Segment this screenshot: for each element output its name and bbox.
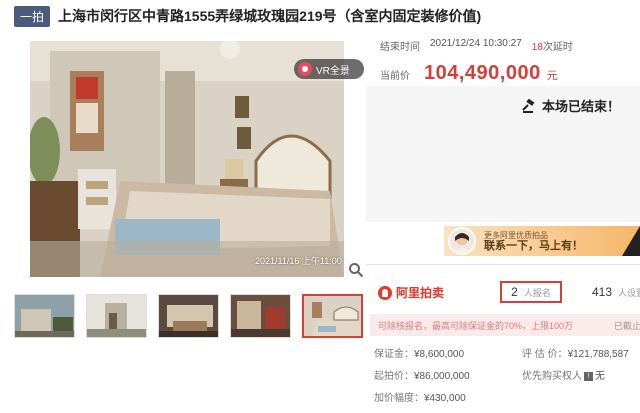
section-divider [366, 264, 640, 265]
logo-text: 阿里拍卖 [396, 286, 445, 300]
signup-label: 人报名 [523, 287, 551, 298]
zoom-icon[interactable] [348, 262, 364, 278]
notice-text: 可除核报名，最高可除保证金的70%，上限100万 [378, 320, 574, 331]
increment-row: 加价幅度：¥430,000 [374, 389, 466, 404]
deposit-row: 保证金：¥8,600,000 [374, 345, 464, 360]
current-price-row: 当前价 104,490,000 元 [380, 62, 558, 85]
price-unit: 元 [546, 70, 558, 82]
vr-label: VR全景 [316, 65, 350, 77]
start-price-row: 起拍价：¥86,000,000 [374, 367, 470, 382]
signup-count-box[interactable]: 2 人报名 [500, 281, 562, 303]
vr-view-button[interactable]: VR全景 [294, 59, 364, 79]
photo-timestamp: 2021/11/16 上午11:00 [255, 256, 342, 266]
vr-icon [298, 62, 312, 76]
increment-label: 加价幅度： [374, 393, 424, 404]
thumbnail-5-active[interactable] [302, 294, 363, 338]
end-time-row: 结束时间 2021/12/24 10:30:27 18次延时 [380, 38, 573, 53]
signup-count: 2 [511, 285, 518, 299]
auction-round-badge: 一拍 [14, 5, 51, 27]
promo-corner [622, 226, 640, 256]
notice-status: 已截止 [614, 320, 640, 331]
start-price-value: ¥86,000,000 [414, 371, 470, 382]
thumbnail-2[interactable] [86, 294, 147, 338]
thumbnail-1[interactable] [14, 294, 75, 338]
appraisal-value: ¥121,788,587 [567, 349, 629, 360]
appraisal-label: 评 估 价： [522, 349, 568, 360]
end-time-value: 2021/12/24 10:30:27 [430, 38, 522, 49]
deposit-label: 保证金： [374, 349, 414, 360]
thumbnail-4[interactable] [230, 294, 291, 338]
info-icon[interactable]: ! [584, 371, 593, 381]
agent-avatar [448, 227, 476, 255]
thumbnail-strip [14, 294, 363, 338]
remind-count-box[interactable]: 413 人设置提醒 [592, 285, 640, 299]
priority-row: 优先购买权人! 无 [522, 367, 605, 382]
promo-banner[interactable]: 更多阿里优质拍品 联系一下，马上有！ [444, 226, 640, 256]
current-price: 104,490,000 [424, 62, 541, 84]
platform-logo[interactable]: 阿里拍卖 [378, 284, 444, 301]
increment-value: ¥430,000 [424, 393, 466, 404]
deposit-notice-bar: 可除核报名，最高可除保证金的70%，上限100万 已截止 [370, 314, 640, 336]
delay-count: 18 [531, 42, 543, 53]
price-label: 当前价 [380, 71, 410, 82]
delay-label: 次延时 [542, 42, 573, 53]
end-time-label: 结束时间 [380, 42, 420, 53]
remind-label: 人设置提醒 [618, 287, 640, 298]
appraisal-row: 评 估 价：¥121,788,587 [522, 345, 629, 360]
ended-text: 本场已结束！ [542, 99, 621, 114]
ali-auction-logo-icon [378, 285, 392, 300]
priority-label: 优先购买权人 [522, 371, 582, 382]
start-price-label: 起拍价： [374, 371, 414, 382]
auction-ended-status: 本场已结束！ [522, 96, 620, 115]
page-title: 上海市闵行区中青路1555弄绿城玫瑰园219号（含室内固定装修价值) [58, 8, 482, 24]
promo-line2: 联系一下，马上有！ [484, 240, 583, 252]
deposit-value: ¥8,600,000 [414, 349, 465, 360]
remind-count: 413 [592, 285, 613, 299]
gavel-icon [522, 98, 535, 113]
item-title-row: 一拍 上海市闵行区中青路1555弄绿城玫瑰园219号（含室内固定装修价值) [14, 5, 482, 27]
priority-value: 无 [595, 371, 605, 382]
promo-text: 更多阿里优质拍品 联系一下，马上有！ [484, 230, 583, 252]
thumbnail-3[interactable] [158, 294, 219, 338]
